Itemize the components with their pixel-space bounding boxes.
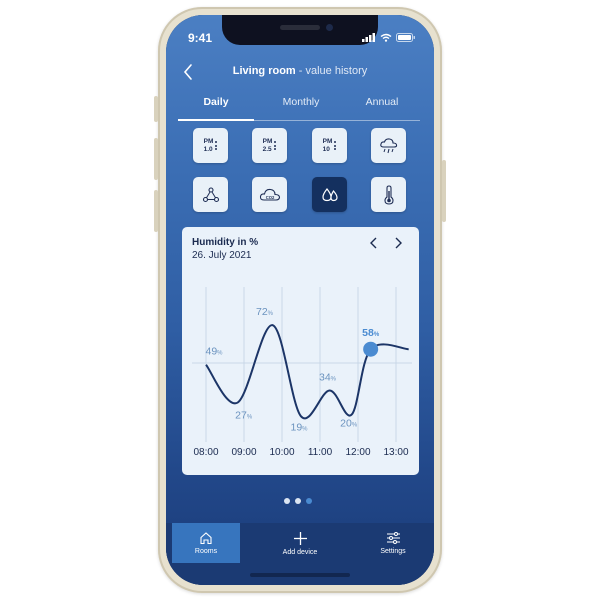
data-label: 58% (362, 327, 380, 339)
nav-rooms[interactable]: Rooms (172, 523, 240, 563)
sensor-button-pm10[interactable]: PM 10 (312, 128, 347, 163)
molecule-icon (202, 186, 219, 202)
active-tab-indicator (178, 119, 254, 121)
pm1-line1: PM (203, 138, 214, 145)
battery-icon (396, 33, 415, 42)
sensor-button-pm1[interactable]: PM 1.0 (193, 128, 228, 163)
page-dot[interactable] (295, 498, 301, 504)
sensor-button-temperature[interactable] (371, 177, 406, 212)
data-label-value: 72 (256, 306, 268, 318)
notch (222, 15, 378, 45)
data-label-unit: % (331, 377, 337, 383)
page-subtitle: - value history (295, 65, 368, 77)
mute-switch (154, 96, 158, 122)
data-label: 20% (340, 418, 358, 430)
pm10-icon: PM 10 (323, 138, 337, 153)
phone-screen: 9:41 Living room - value history Daily M (166, 15, 434, 585)
x-tick-label: 09:00 (231, 447, 256, 458)
x-tick-label: 11:00 (308, 447, 333, 458)
sensor-button-molecule[interactable] (193, 177, 228, 212)
period-tabs: Daily Monthly Annual (166, 96, 434, 120)
pm25-line1: PM (262, 138, 273, 145)
pm10-line1: PM (322, 138, 333, 145)
front-camera (326, 24, 333, 31)
data-label: 34% (319, 372, 337, 384)
sensor-button-co2[interactable]: CO2 (252, 177, 287, 212)
nav-settings-label: Settings (380, 548, 406, 555)
nav-rooms-label: Rooms (194, 548, 218, 555)
x-tick-label: 12:00 (345, 447, 370, 458)
data-label-unit: % (217, 351, 223, 357)
humidity-chart-card: Humidity in % 26. July 2021 49% 27% 72% 19%… (182, 227, 419, 475)
pm1-icon: PM 1.0 (204, 138, 218, 153)
pm1-line2: 1.0 (203, 145, 213, 153)
x-tick-label: 10:00 (269, 447, 294, 458)
co2-cloud-icon: CO2 (259, 188, 280, 201)
data-label-value: 27 (235, 410, 247, 422)
status-icons (362, 33, 416, 42)
pm10-line2: 10 (322, 145, 330, 153)
data-label-unit: % (268, 311, 274, 317)
data-label-unit: % (302, 426, 308, 432)
humidity-line-chart: 49%27%72%19%34%20%58%08:00 09:00 10:00 11:0… (192, 287, 412, 458)
sensor-button-pm25[interactable]: PM 2.5 (252, 128, 287, 163)
data-label-unit: % (374, 332, 380, 338)
sensor-button-humidity[interactable] (312, 177, 347, 212)
page-dot[interactable] (284, 498, 290, 504)
data-label-value: 58 (362, 327, 374, 339)
sliders-icon (386, 532, 400, 544)
data-label: 27% (235, 410, 253, 422)
cloud-rain-icon (379, 137, 397, 153)
tab-annual[interactable]: Annual (347, 96, 417, 108)
volume-down-button (154, 190, 158, 232)
data-label-unit: % (352, 423, 358, 429)
plus-icon (293, 531, 307, 545)
pm25-line2: 2.5 (262, 145, 272, 153)
page-title: Living room - value history (166, 65, 434, 77)
status-time: 9:41 (188, 31, 213, 45)
nav-add-device[interactable]: Add device (266, 523, 334, 563)
data-label-value: 34 (319, 372, 331, 384)
data-label-value: 20 (340, 418, 352, 430)
data-label: 49% (205, 346, 223, 358)
data-label: 72% (256, 306, 274, 318)
data-label: 19% (290, 421, 308, 433)
home-indicator (250, 573, 350, 577)
home-icon (200, 532, 212, 545)
data-label-unit: % (247, 415, 253, 421)
selected-point-marker[interactable] (363, 341, 379, 357)
nav-add-device-label: Add device (282, 548, 318, 556)
x-tick-label: 13:00 (383, 447, 408, 458)
room-name: Living room (232, 65, 296, 77)
humidity-series-line (205, 324, 409, 420)
nav-settings[interactable]: Settings (359, 523, 427, 563)
pm25-icon: PM 2.5 (263, 138, 277, 153)
speaker (280, 25, 320, 30)
data-label-value: 19 (290, 421, 302, 433)
thermometer-icon (383, 184, 394, 205)
humidity-drops-icon (321, 187, 338, 201)
power-button (442, 160, 446, 222)
x-tick-label: 08:00 (193, 447, 218, 458)
page-dot[interactable] (306, 498, 312, 504)
page-indicator (284, 498, 312, 504)
page-header: Living room - value history (166, 63, 434, 85)
data-label-value: 49 (205, 346, 217, 358)
sensor-button-weather[interactable] (371, 128, 406, 163)
signal-icon (362, 33, 375, 42)
tab-monthly[interactable]: Monthly (266, 96, 336, 108)
co2-text: CO2 (265, 194, 274, 199)
wifi-icon (380, 33, 392, 42)
tab-daily[interactable]: Daily (181, 96, 251, 108)
volume-up-button (154, 138, 158, 180)
